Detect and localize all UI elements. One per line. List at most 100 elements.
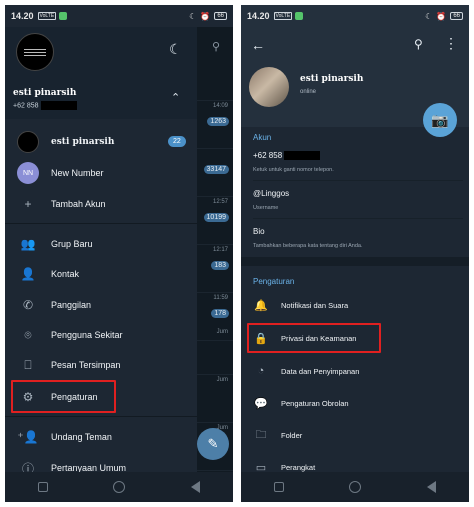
camera-icon: 📷 <box>431 111 449 128</box>
phone-number: +62 858 <box>253 151 321 161</box>
menu-item-invite[interactable]: ⁺👤 Undang Teman <box>5 422 197 452</box>
username-label: Username <box>253 205 279 211</box>
add-account-button[interactable]: + Tambah Akun <box>5 189 197 219</box>
divider <box>253 180 463 181</box>
unread-count: 1263 <box>207 117 229 126</box>
avatar <box>17 131 39 153</box>
left-phone-screen: 14.20 VoLTE ☾ ⏰ 66 ⚲ 14:09 1263 33147 12… <box>5 5 233 502</box>
highlight-box <box>247 323 381 353</box>
status-time: 14.20 <box>11 11 34 21</box>
recent-apps-button[interactable] <box>273 482 284 492</box>
home-button[interactable] <box>113 481 126 493</box>
chat-row[interactable]: 33147 <box>197 145 233 197</box>
divider <box>5 416 197 417</box>
profile-status: online <box>300 89 317 95</box>
pencil-icon: ✎ <box>207 436 219 451</box>
divider <box>253 218 463 219</box>
chat-row[interactable]: Jum <box>197 323 233 375</box>
settings-item-chat[interactable]: 💬 Pengaturan Obrolan <box>241 387 469 419</box>
phone-icon: ✆ <box>22 298 34 312</box>
bio-label: Bio <box>253 227 265 236</box>
compose-button[interactable]: ✎ <box>197 428 229 460</box>
unread-count: 33147 <box>203 165 229 174</box>
section-title-account: Akun <box>253 133 272 142</box>
chat-row[interactable] <box>197 49 233 101</box>
back-arrow-icon[interactable]: ← <box>251 37 265 53</box>
back-button[interactable] <box>191 481 201 493</box>
chat-time: 12:17 <box>212 247 228 253</box>
divider <box>5 223 197 224</box>
volte-badge: VoLTE <box>37 12 57 20</box>
settings-item-notifications[interactable]: 🔔 Notifikasi dan Suara <box>241 289 469 321</box>
nearby-icon: ⌾ <box>24 327 32 342</box>
search-icon[interactable]: ⚲ <box>414 37 423 51</box>
phone-hint: Ketuk untuk ganti nomor telepon. <box>253 167 334 173</box>
pie-chart-icon: ◔ <box>257 365 265 377</box>
unread-count: 183 <box>211 261 229 270</box>
profile-name: esti pinarsih <box>300 74 364 84</box>
settings-label: Data dan Penyimpanan <box>281 366 360 376</box>
back-button[interactable] <box>427 481 437 493</box>
section-separator <box>241 257 469 266</box>
settings-label: Pengaturan Obrolan <box>281 398 349 408</box>
whatsapp-notification-icon <box>295 12 304 20</box>
phone-prefix: +62 858 <box>13 102 39 110</box>
status-time: 14.20 <box>247 11 270 21</box>
settings-label: Perangkat <box>281 462 316 472</box>
battery-icon: 66 <box>214 12 227 20</box>
more-vert-icon[interactable]: ⋮ <box>444 35 458 52</box>
menu-item-contacts[interactable]: 👤 Kontak <box>5 259 197 289</box>
recent-apps-button[interactable] <box>37 482 48 492</box>
chat-row[interactable]: 14:09 1263 <box>197 97 233 149</box>
navigation-drawer: ☾ esti pinarsih +62 858 ⌃ esti pinarsih … <box>5 27 197 476</box>
chat-time: 11:59 <box>213 295 228 301</box>
plus-icon: + <box>24 197 32 211</box>
redacted-phone <box>40 101 77 110</box>
volte-badge: VoLTE <box>273 12 293 20</box>
menu-label: Pengguna Sekitar <box>51 330 123 340</box>
bell-icon: 🔔 <box>254 299 268 312</box>
bio-hint: Tambahkan beberapa kata tentang diri And… <box>253 243 363 249</box>
bookmark-icon: ⎕ <box>24 357 32 372</box>
menu-item-saved-messages[interactable]: ⎕ Pesan Tersimpan <box>5 350 197 380</box>
chat-time: Jum <box>216 377 228 383</box>
account-item-esti[interactable]: esti pinarsih 22 <box>5 127 197 157</box>
highlight-box <box>11 380 116 413</box>
alarm-icon: ⏰ <box>436 11 447 21</box>
chat-row[interactable]: 12:17 183 <box>197 241 233 293</box>
battery-icon: 66 <box>450 12 463 20</box>
avatar[interactable] <box>249 67 289 107</box>
chevron-up-icon[interactable]: ⌃ <box>171 91 180 104</box>
settings-item-folders[interactable]: 🗀 Folder <box>241 419 469 451</box>
home-button[interactable] <box>349 481 362 493</box>
chat-row[interactable]: 12:57 10199 <box>197 193 233 245</box>
menu-label: Pesan Tersimpan <box>51 360 121 370</box>
menu-label: Kontak <box>51 269 80 279</box>
section-title-settings: Pengaturan <box>253 277 295 286</box>
account-item-new-number[interactable]: NN New Number <box>5 158 197 188</box>
unread-count: 10199 <box>203 213 229 222</box>
moon-status-icon: ☾ <box>189 11 197 21</box>
avatar[interactable] <box>16 33 54 71</box>
night-mode-icon[interactable]: ☾ <box>169 41 182 58</box>
menu-label: Panggilan <box>51 300 92 310</box>
chat-time: Jum <box>216 329 228 335</box>
menu-item-new-group[interactable]: 👥 Grup Baru <box>5 229 197 259</box>
username-value: @Linggos <box>253 189 290 198</box>
status-bar: 14.20 VoLTE ☾ ⏰ 66 <box>241 5 469 27</box>
settings-label: Notifikasi dan Suara <box>281 300 349 310</box>
chat-row[interactable]: Jum <box>197 371 233 423</box>
menu-item-nearby[interactable]: ⌾ Pengguna Sekitar <box>5 320 197 350</box>
contact-icon: 👤 <box>20 267 36 281</box>
set-photo-button[interactable]: 📷 <box>423 103 457 137</box>
account-name: New Number <box>51 168 104 178</box>
group-icon: 👥 <box>20 237 36 251</box>
chat-time: 12:57 <box>212 199 228 205</box>
account-name: esti pinarsih <box>51 137 115 147</box>
menu-item-calls[interactable]: ✆ Panggilan <box>5 290 197 320</box>
add-account-label: Tambah Akun <box>51 199 106 209</box>
settings-item-data-storage[interactable]: ◔ Data dan Penyimpanan <box>241 355 469 387</box>
system-nav-bar <box>5 472 233 502</box>
drawer-header: ☾ esti pinarsih +62 858 ⌃ <box>5 27 197 119</box>
alarm-icon: ⏰ <box>200 11 211 21</box>
